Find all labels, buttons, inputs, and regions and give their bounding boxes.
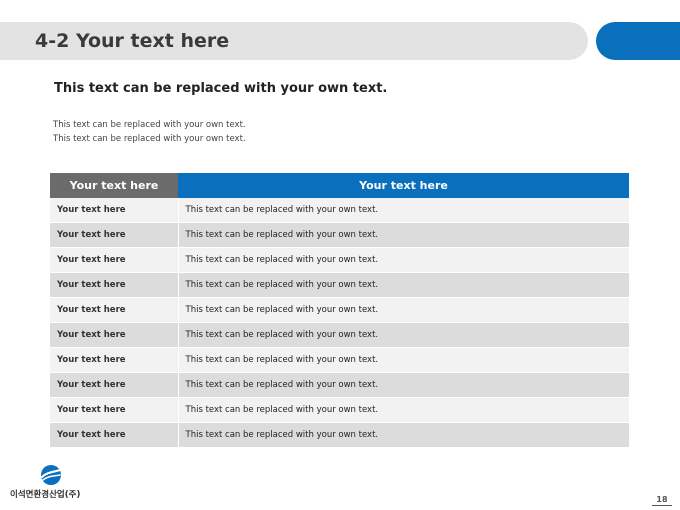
table-header-row: Your text here Your text here [50, 173, 629, 198]
row-label: Your text here [50, 222, 179, 248]
table-row: Your text here This text can be replaced… [50, 422, 629, 448]
row-label: Your text here [50, 198, 179, 223]
slide-title: 4-2 Your text here [35, 30, 230, 52]
description-block: This text can be replaced with your own … [53, 118, 246, 146]
table-row: Your text here This text can be replaced… [50, 247, 629, 273]
table-header-cell: Your text here [178, 173, 629, 198]
title-bar: 4-2 Your text here [0, 22, 588, 60]
table-header-cell: Your text here [50, 173, 178, 198]
slide-subtitle: This text can be replaced with your own … [54, 81, 388, 96]
table-row: Your text here This text can be replaced… [50, 297, 629, 323]
accent-bar [596, 22, 680, 60]
table-row: Your text here This text can be replaced… [50, 347, 629, 373]
row-value: This text can be replaced with your own … [178, 222, 629, 248]
description-line: This text can be replaced with your own … [53, 120, 246, 130]
description-line: This text can be replaced with your own … [53, 134, 246, 144]
table-row: Your text here This text can be replaced… [50, 198, 629, 223]
row-label: Your text here [50, 247, 179, 273]
table-row: Your text here This text can be replaced… [50, 222, 629, 248]
row-value: This text can be replaced with your own … [178, 322, 629, 348]
globe-swoosh-icon [40, 465, 62, 485]
row-value: This text can be replaced with your own … [178, 198, 629, 223]
row-label: Your text here [50, 372, 179, 398]
row-value: This text can be replaced with your own … [178, 372, 629, 398]
row-value: This text can be replaced with your own … [178, 297, 629, 323]
row-label: Your text here [50, 347, 179, 373]
row-value: This text can be replaced with your own … [178, 347, 629, 373]
table-row: Your text here This text can be replaced… [50, 272, 629, 298]
company-name: 이석면환경산업(주) [10, 490, 81, 500]
row-label: Your text here [50, 322, 179, 348]
row-label: Your text here [50, 272, 179, 298]
table-row: Your text here This text can be replaced… [50, 397, 629, 423]
row-value: This text can be replaced with your own … [178, 272, 629, 298]
page-number: 18 [652, 494, 672, 506]
row-value: This text can be replaced with your own … [178, 422, 629, 448]
content-table: Your text here Your text here Your text … [50, 173, 629, 448]
row-label: Your text here [50, 422, 179, 448]
table-row: Your text here This text can be replaced… [50, 372, 629, 398]
company-logo: 이석면환경산업(주) [10, 464, 92, 500]
row-value: This text can be replaced with your own … [178, 247, 629, 273]
row-label: Your text here [50, 297, 179, 323]
row-label: Your text here [50, 397, 179, 423]
row-value: This text can be replaced with your own … [178, 397, 629, 423]
table-row: Your text here This text can be replaced… [50, 322, 629, 348]
